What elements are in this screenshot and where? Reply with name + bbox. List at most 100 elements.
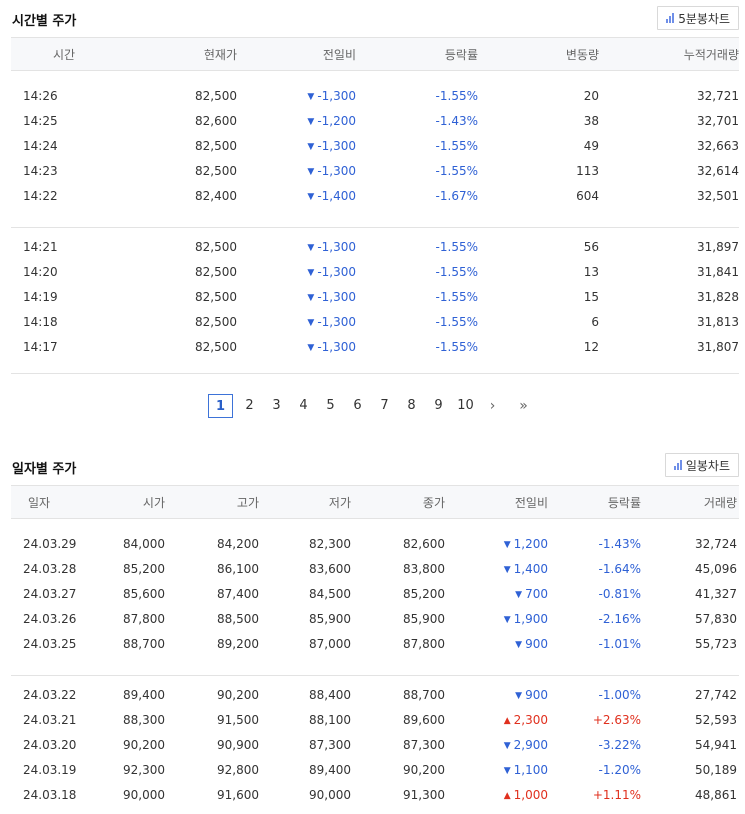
- five-minute-chart-button[interactable]: 5분봉차트: [657, 6, 739, 30]
- cell-rate: -2.16%: [598, 611, 641, 626]
- cell-open: 92,300: [123, 762, 165, 777]
- cell-close: 85,900: [403, 611, 445, 626]
- daily-price-table: 일자 시가 고가 저가 종가 전일비 등락률 거래량 24.03.29 84,00…: [11, 485, 739, 807]
- cell-vol: 12: [583, 339, 599, 354]
- row-spacer: [11, 519, 739, 532]
- cell-change: ▼ -1,200: [241, 108, 361, 133]
- cell-time: 14:25: [23, 113, 58, 128]
- triangle-down-icon: ▼: [307, 342, 315, 353]
- cell-change: ▲ 2,300: [451, 707, 554, 732]
- cell-price: 82,500: [195, 138, 237, 153]
- table-row: 24.03.26 87,800 88,500 85,900 85,900 ▼ 1,900 -2…: [11, 606, 739, 631]
- cell-rate: -0.81%: [598, 586, 641, 601]
- col-header-close: 종가: [357, 485, 451, 519]
- cell-change: ▼ 1,400: [451, 556, 554, 581]
- cell-low: 87,300: [309, 737, 351, 752]
- triangle-up-icon: ▲: [503, 790, 511, 801]
- change-value: -1,300: [317, 88, 356, 103]
- triangle-down-icon: ▼: [307, 267, 315, 278]
- cell-open: 90,000: [123, 787, 165, 802]
- cell-acc: 31,828: [697, 289, 739, 304]
- page-link-8[interactable]: 8: [398, 394, 425, 418]
- daily-chart-button[interactable]: 일봉차트: [664, 453, 739, 477]
- table-row: 14:25 82,600 ▼ -1,200 -1.43% 38 32,701: [11, 108, 739, 133]
- table-row: 24.03.29 84,000 84,200 82,300 82,600 ▼ 1,200 -1…: [11, 531, 739, 556]
- cell-change: ▼ -1,300: [241, 234, 361, 259]
- change-value: 700: [525, 586, 548, 601]
- hourly-price-section: 시간별 주가 5분봉차트 시간 현재가 전일비 등락률 변동량 누적거래량 14…: [0, 0, 745, 430]
- cell-rate: -1.55%: [435, 163, 478, 178]
- cell-vol: 38: [583, 113, 599, 128]
- cell-change: ▼ -1,300: [241, 83, 361, 108]
- page-link-5[interactable]: 5: [317, 394, 344, 418]
- cell-rate: -1.55%: [435, 264, 478, 279]
- cell-rate: -1.43%: [435, 113, 478, 128]
- cell-acc: 31,841: [697, 264, 739, 279]
- page-link-10[interactable]: 10: [452, 394, 479, 418]
- hourly-price-table: 시간 현재가 전일비 등락률 변동량 누적거래량 14:26 82,500 ▼ -1,…: [11, 37, 739, 374]
- cell-rate: -1.55%: [435, 289, 478, 304]
- page-link-3[interactable]: 3: [263, 394, 290, 418]
- cell-date: 24.03.27: [23, 586, 77, 601]
- change-value: 1,900: [513, 611, 548, 626]
- row-divider: [11, 227, 739, 228]
- cell-time: 14:20: [23, 264, 58, 279]
- cell-change: ▼ -1,300: [241, 133, 361, 158]
- cell-close: 87,800: [403, 636, 445, 651]
- triangle-down-icon: ▼: [307, 191, 315, 202]
- last-page-icon[interactable]: »: [510, 394, 537, 418]
- table-row: 24.03.27 85,600 87,400 84,500 85,200 ▼ 700 -0.8…: [11, 581, 739, 606]
- change-value: -1,300: [317, 289, 356, 304]
- triangle-down-icon: ▼: [307, 166, 315, 177]
- cell-vol: 55,723: [695, 636, 737, 651]
- change-value: 1,000: [513, 787, 548, 802]
- col-header-high: 고가: [171, 485, 265, 519]
- cell-time: 14:17: [23, 339, 58, 354]
- col-header-open: 시가: [81, 485, 171, 519]
- cell-vol: 54,941: [695, 737, 737, 752]
- cell-low: 83,600: [309, 561, 351, 576]
- daily-chart-label: 일봉차트: [685, 458, 730, 473]
- cell-date: 24.03.29: [23, 536, 77, 551]
- col-header-time: 시간: [11, 37, 91, 71]
- cell-acc: 31,813: [697, 314, 739, 329]
- table-header-row: 시간 현재가 전일비 등락률 변동량 누적거래량: [11, 37, 739, 71]
- cell-rate: +1.11%: [592, 787, 641, 802]
- cell-change: ▼ -1,400: [241, 183, 361, 208]
- cell-vol: 32,724: [695, 536, 737, 551]
- table-row: 24.03.19 92,300 92,800 89,400 90,200 ▼ 1,100 -1…: [11, 757, 739, 782]
- page-link-9[interactable]: 9: [425, 394, 452, 418]
- page-link-4[interactable]: 4: [290, 394, 317, 418]
- cell-time: 14:19: [23, 289, 58, 304]
- triangle-down-icon: ▼: [503, 539, 511, 550]
- cell-close: 82,600: [403, 536, 445, 551]
- page-link-1[interactable]: 1: [208, 394, 233, 418]
- cell-time: 14:26: [23, 88, 58, 103]
- triangle-down-icon: ▼: [307, 141, 315, 152]
- row-spacer: [11, 208, 739, 234]
- page-link-2[interactable]: 2: [236, 394, 263, 418]
- cell-rate: -1.55%: [435, 88, 478, 103]
- triangle-up-icon: ▲: [503, 715, 511, 726]
- cell-high: 88,500: [217, 611, 259, 626]
- cell-low: 87,000: [309, 636, 351, 651]
- cell-low: 88,100: [309, 712, 351, 727]
- page-link-6[interactable]: 6: [344, 394, 371, 418]
- triangle-down-icon: ▼: [307, 317, 315, 328]
- cell-change: ▼ 1,100: [451, 757, 554, 782]
- next-page-icon[interactable]: ›: [479, 394, 506, 418]
- cell-low: 82,300: [309, 536, 351, 551]
- change-value: 1,400: [513, 561, 548, 576]
- page-link-7[interactable]: 7: [371, 394, 398, 418]
- cell-rate: -1.01%: [598, 636, 641, 651]
- row-spacer: [11, 359, 739, 374]
- cell-time: 14:23: [23, 163, 58, 178]
- cell-price: 82,500: [195, 289, 237, 304]
- cell-close: 83,800: [403, 561, 445, 576]
- change-value: -1,300: [317, 314, 356, 329]
- five-minute-chart-label: 5분봉차트: [678, 11, 730, 26]
- change-value: -1,300: [317, 138, 356, 153]
- cell-date: 24.03.21: [23, 712, 77, 727]
- cell-date: 24.03.19: [23, 762, 77, 777]
- cell-time: 14:24: [23, 138, 58, 153]
